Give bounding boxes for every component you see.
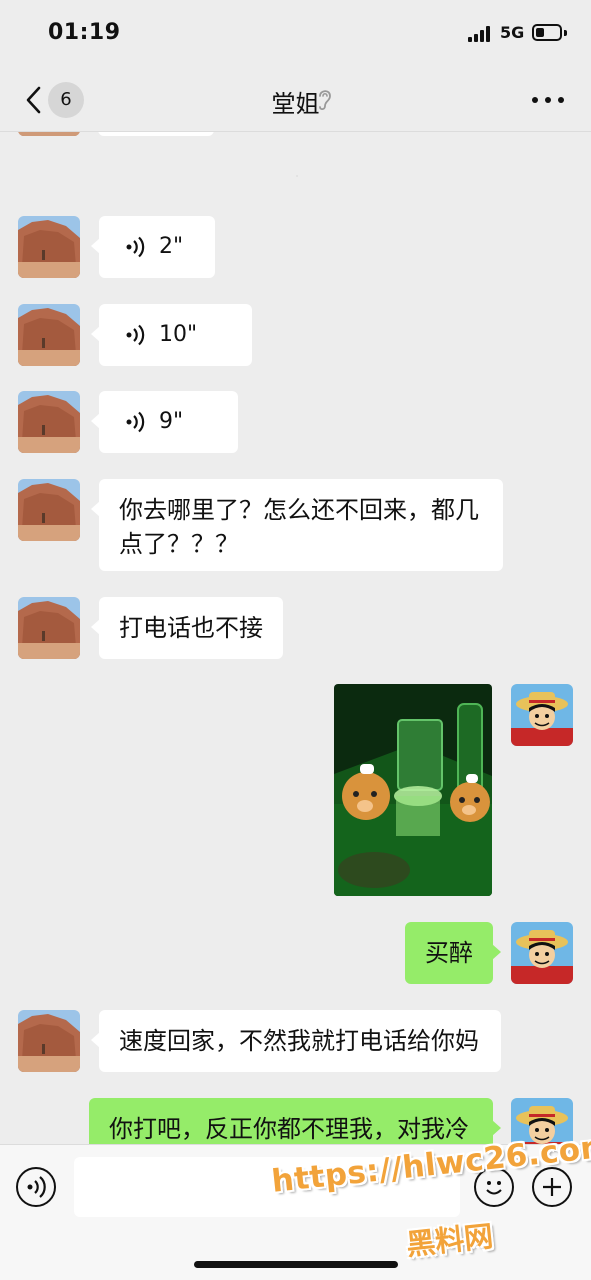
message-text: 你打吧，反正你都不理我，对我冷 [109,1115,469,1143]
network-type: 5G [500,23,525,42]
message-list[interactable]: · 2" 10" 9" 你去哪里了？怎么还不回来，都几点了？？？ 打电话也不接 … [0,132,591,1144]
voice-icon [126,236,145,258]
contact-avatar[interactable] [18,597,80,659]
message-bubble-partial[interactable] [98,132,214,136]
voice-duration: 2" [159,234,184,259]
voice-duration: 9" [159,409,184,434]
chat-title: 堂姐 [271,90,320,118]
voice-duration: 10" [159,322,198,347]
my-avatar[interactable] [511,684,573,746]
text-message[interactable]: 打电话也不接 [91,597,283,659]
text-message[interactable]: 速度回家，不然我就打电话给你妈 [91,1010,501,1072]
home-indicator [194,1261,398,1268]
timestamp-faded: · [295,172,299,181]
plus-icon [543,1178,561,1196]
contact-avatar[interactable] [18,479,80,541]
voice-icon [126,324,145,346]
contact-avatar[interactable] [18,1010,80,1072]
contact-avatar[interactable] [18,304,80,366]
chat-header: 6 堂姐 [0,66,591,132]
my-avatar[interactable] [511,922,573,984]
message-text: 速度回家，不然我就打电话给你妈 [119,1027,479,1055]
message-text: 打电话也不接 [119,614,263,642]
voice-mode-button[interactable] [16,1167,56,1207]
status-time: 01:19 [48,20,121,45]
voice-message[interactable]: 2" [91,216,215,278]
battery-tip [564,30,567,36]
contact-avatar[interactable] [18,216,80,278]
more-icon[interactable] [532,97,564,105]
voice-message[interactable]: 9" [91,391,238,453]
image-message[interactable] [334,684,492,896]
voice-icon [27,1176,46,1198]
battery-icon [532,24,562,41]
signal-icon [468,26,492,42]
voice-icon [126,411,145,433]
contact-avatar[interactable] [18,132,80,136]
status-bar: 01:19 5G [0,0,591,66]
voice-message[interactable]: 10" [91,304,252,366]
message-text: 你去哪里了？怎么还不回来，都几点了？？？ [119,496,479,558]
contact-avatar[interactable] [18,391,80,453]
more-actions-button[interactable] [532,1167,572,1207]
ear-icon [319,90,331,111]
text-message[interactable]: 买醉 [405,922,501,984]
text-message[interactable]: 你去哪里了？怎么还不回来，都几点了？？？ [91,479,503,571]
message-text: 买醉 [425,939,473,967]
text-message[interactable]: 你打吧，反正你都不理我，对我冷 [89,1098,501,1144]
